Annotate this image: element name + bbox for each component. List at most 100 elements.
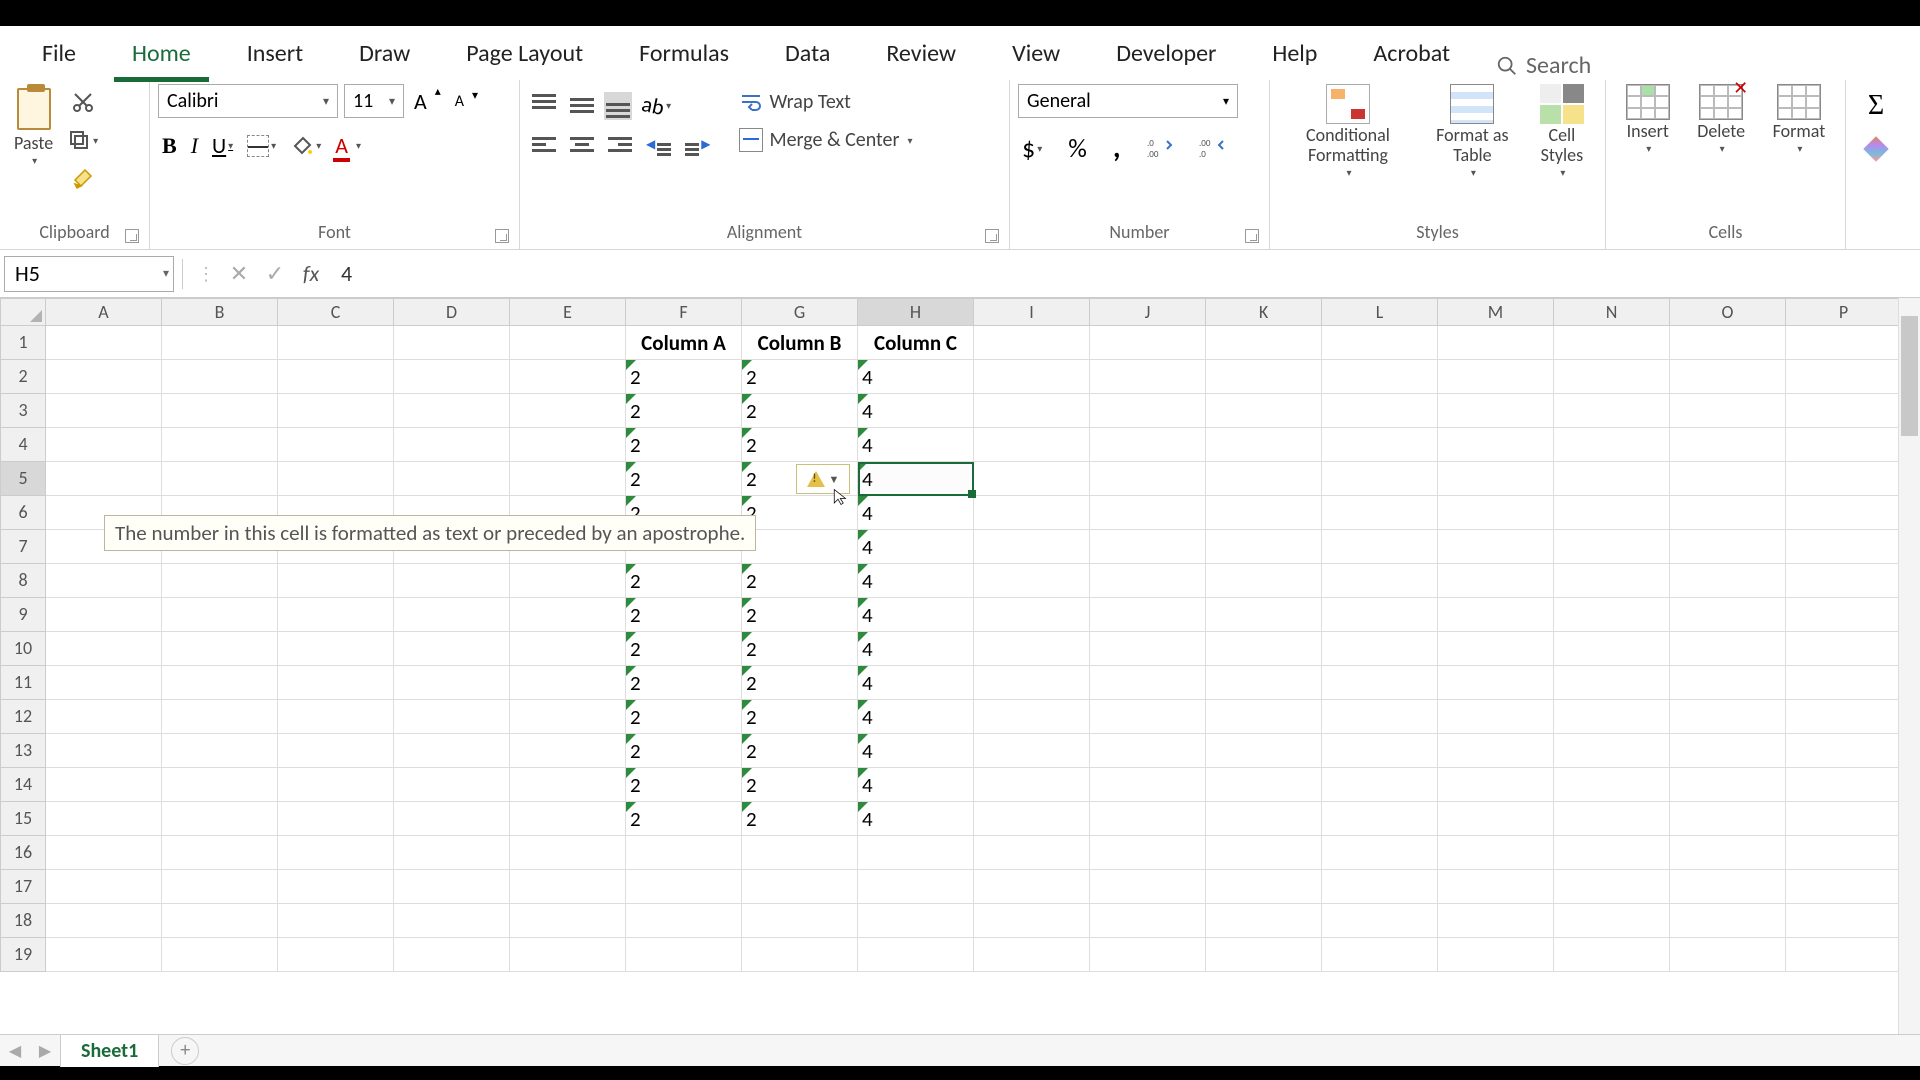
cell-F9[interactable]: 2 [626,598,742,632]
cell-M10[interactable] [1438,632,1554,666]
cell-J12[interactable] [1090,700,1206,734]
cell-L1[interactable] [1322,326,1438,360]
comma-format-button[interactable]: , [1109,140,1125,156]
row-header-7[interactable]: 7 [0,530,46,564]
orientation-button[interactable]: ab▾ [638,90,675,121]
row-header-13[interactable]: 13 [0,734,46,768]
sheet-tab-sheet1[interactable]: Sheet1 [60,1034,159,1067]
column-header-N[interactable]: N [1554,298,1670,326]
cell-C14[interactable] [278,768,394,802]
row-header-19[interactable]: 19 [0,938,46,972]
row-header-3[interactable]: 3 [0,394,46,428]
fill-button[interactable] [1867,140,1885,163]
error-trace-button[interactable]: ▼ [796,464,850,494]
cell-K7[interactable] [1206,530,1322,564]
cell-N14[interactable] [1554,768,1670,802]
align-left-button[interactable] [528,135,560,154]
row-header-8[interactable]: 8 [0,564,46,598]
cell-D8[interactable] [394,564,510,598]
cell-B9[interactable] [162,598,278,632]
cell-J13[interactable] [1090,734,1206,768]
align-right-button[interactable] [604,135,636,154]
cell-I9[interactable] [974,598,1090,632]
font-size-select[interactable]: 11▾ [344,84,404,118]
cell-M11[interactable] [1438,666,1554,700]
sheet-nav-prev[interactable]: ◀ [0,1041,30,1061]
cell-G4[interactable]: 2 [742,428,858,462]
cell-C10[interactable] [278,632,394,666]
cell-K15[interactable] [1206,802,1322,836]
cell-A11[interactable] [46,666,162,700]
cell-J17[interactable] [1090,870,1206,904]
cell-N17[interactable] [1554,870,1670,904]
row-header-6[interactable]: 6 [0,496,46,530]
cell-K6[interactable] [1206,496,1322,530]
cell-O11[interactable] [1670,666,1786,700]
cell-O15[interactable] [1670,802,1786,836]
cell-C1[interactable] [278,326,394,360]
cell-P7[interactable] [1786,530,1902,564]
cell-J18[interactable] [1090,904,1206,938]
cell-I16[interactable] [974,836,1090,870]
cell-A4[interactable] [46,428,162,462]
cell-G14[interactable]: 2 [742,768,858,802]
cell-H12[interactable]: 4 [858,700,974,734]
cell-J10[interactable] [1090,632,1206,666]
cell-K18[interactable] [1206,904,1322,938]
cell-F19[interactable] [626,938,742,972]
cell-O9[interactable] [1670,598,1786,632]
formula-input[interactable]: 4 [329,260,1920,287]
cell-G6[interactable]: 2 [742,496,858,530]
cell-P10[interactable] [1786,632,1902,666]
row-header-18[interactable]: 18 [0,904,46,938]
cell-B2[interactable] [162,360,278,394]
cell-B10[interactable] [162,632,278,666]
cell-L8[interactable] [1322,564,1438,598]
cell-K16[interactable] [1206,836,1322,870]
cell-L12[interactable] [1322,700,1438,734]
cell-M14[interactable] [1438,768,1554,802]
row-header-5[interactable]: 5 [0,462,46,496]
cell-J19[interactable] [1090,938,1206,972]
row-header-17[interactable]: 17 [0,870,46,904]
cell-H1[interactable]: Column C [858,326,974,360]
autosum-button[interactable]: Σ [1868,90,1884,122]
cell-B1[interactable] [162,326,278,360]
cell-J6[interactable] [1090,496,1206,530]
cell-B8[interactable] [162,564,278,598]
number-format-select[interactable]: General▾ [1018,84,1238,118]
cell-B15[interactable] [162,802,278,836]
cell-J7[interactable] [1090,530,1206,564]
cell-O12[interactable] [1670,700,1786,734]
cut-button[interactable] [63,88,102,116]
cell-B17[interactable] [162,870,278,904]
cell-B4[interactable] [162,428,278,462]
decrease-font-button[interactable]: A▾ [451,90,468,113]
cell-I18[interactable] [974,904,1090,938]
cell-L14[interactable] [1322,768,1438,802]
cell-B3[interactable] [162,394,278,428]
cell-C17[interactable] [278,870,394,904]
cell-F16[interactable] [626,836,742,870]
cell-F18[interactable] [626,904,742,938]
cell-F3[interactable]: 2 [626,394,742,428]
cell-D3[interactable] [394,394,510,428]
row-header-15[interactable]: 15 [0,802,46,836]
format-as-table-button[interactable]: Format as Table▾ [1422,84,1523,179]
bold-button[interactable]: B [158,131,181,161]
font-color-button[interactable]: A▾ [331,130,365,161]
cell-I13[interactable] [974,734,1090,768]
cell-A16[interactable] [46,836,162,870]
cell-K14[interactable] [1206,768,1322,802]
cell-I2[interactable] [974,360,1090,394]
align-middle-button[interactable] [566,92,598,120]
cell-F14[interactable]: 2 [626,768,742,802]
cell-L16[interactable] [1322,836,1438,870]
cell-M4[interactable] [1438,428,1554,462]
fill-color-button[interactable]: ▾ [286,132,325,160]
cell-J15[interactable] [1090,802,1206,836]
cell-M5[interactable] [1438,462,1554,496]
align-top-button[interactable] [528,92,560,120]
format-cells-button[interactable]: Format▾ [1765,84,1834,155]
cell-G12[interactable]: 2 [742,700,858,734]
